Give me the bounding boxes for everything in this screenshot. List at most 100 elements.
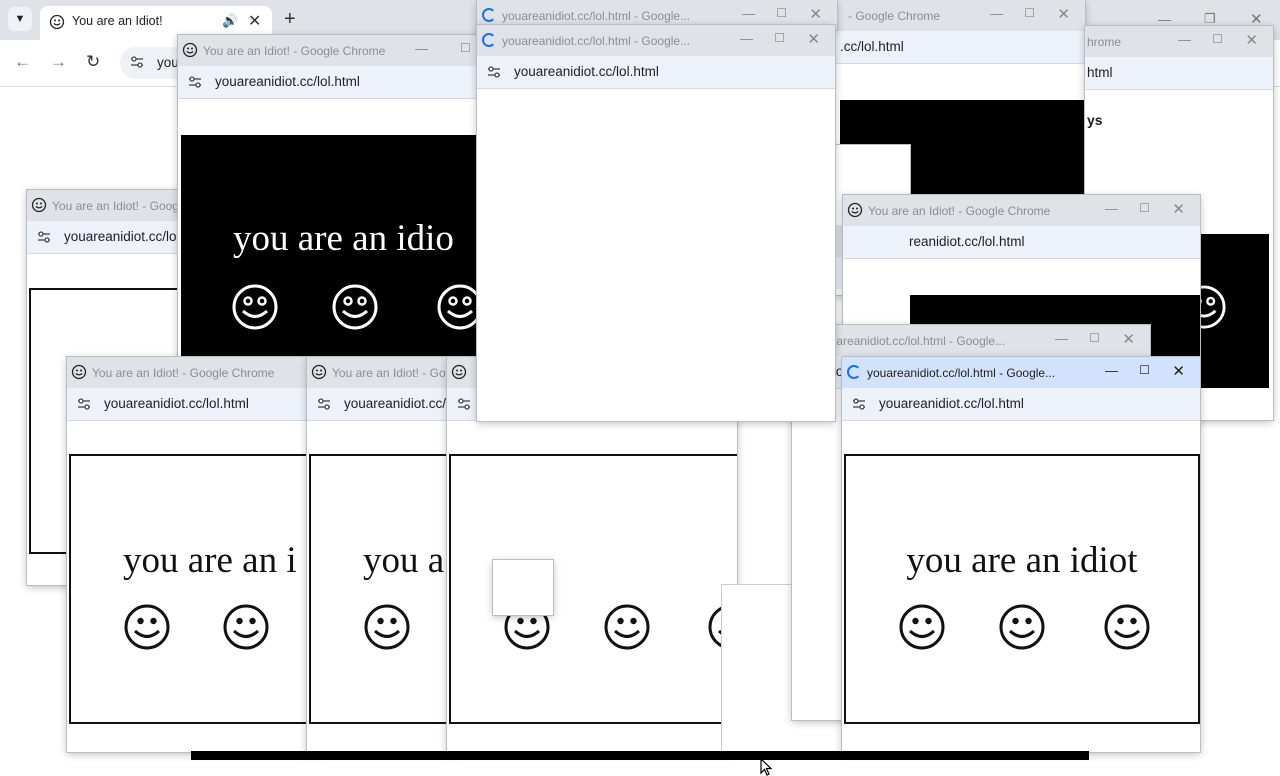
close-icon[interactable]: ✕ — [1057, 5, 1070, 23]
popup-title: You are an Idiot! - Google Chrome — [332, 366, 457, 380]
minimize-icon[interactable]: — — [1055, 331, 1068, 346]
smiley-icon — [332, 284, 378, 330]
popup-addressbar: youareanidiot.cc/lol.html — [178, 66, 488, 99]
site-settings-icon[interactable] — [37, 231, 51, 243]
white-page: you are an i — [69, 454, 317, 724]
mouse-cursor-icon — [760, 758, 773, 776]
popup-titlebar[interactable]: You are an Idiot! - Google Chrome — [67, 357, 317, 388]
popup-addressbar: youareanidiot.cc/lol.html — [67, 388, 317, 421]
popup-titlebar[interactable]: youareanidiot.cc/lol.html - Google... — … — [842, 357, 1200, 388]
audio-playing-icon[interactable]: 🔊 — [222, 13, 238, 29]
smiley-icon — [899, 604, 945, 650]
minimize-icon[interactable]: — — [1105, 201, 1118, 216]
smiley-icon — [124, 604, 170, 650]
maximize-icon[interactable]: ☐ — [776, 6, 787, 20]
popup-addressbar: reanidiot.cc/lol.html — [843, 226, 1200, 259]
popup-titlebar[interactable]: youareanidiot.cc/lol.html - Google... — … — [792, 325, 1150, 356]
popup-addressbar: youareanidiot.cc/lol.html — [307, 388, 457, 421]
popup-url[interactable]: html — [1087, 65, 1113, 80]
popup-url[interactable]: youareanidiot.cc/lol.html — [64, 229, 187, 244]
maximize-icon[interactable]: ☐ — [1139, 363, 1150, 377]
blank-popup-window[interactable] — [493, 560, 553, 615]
tab-search-button[interactable]: ▼ — [8, 7, 32, 31]
maximize-icon[interactable]: ☐ — [774, 31, 785, 45]
smiley-icon — [999, 604, 1045, 650]
popup-url[interactable]: youareanidiot.cc/lol.html — [215, 74, 360, 89]
popup-window[interactable]: You are an Idiot! - Google Chrome youare… — [307, 357, 457, 752]
smiley-favicon-icon — [31, 197, 47, 213]
popup-title: youareanidiot.cc/lol.html - Google... — [502, 34, 691, 48]
site-settings-icon[interactable] — [77, 398, 91, 410]
minimize-icon[interactable]: — — [1158, 12, 1171, 27]
minimize-icon[interactable]: — — [990, 6, 1003, 21]
smiley-icon — [364, 604, 410, 650]
popup-url[interactable]: youareanidiot.cc/lol.html — [514, 64, 659, 79]
popup-titlebar[interactable]: youareanidiot.cc/lol.html - Google... — … — [477, 25, 835, 56]
popup-titlebar[interactable]: - Google Chrome — ☐ ✕ — [830, 0, 1085, 31]
restore-icon[interactable]: ❐ — [1204, 11, 1216, 27]
loading-spinner-icon — [482, 33, 496, 52]
popup-title: You are an Idiot! - Google Chrome — [203, 44, 386, 58]
new-tab-button[interactable]: + — [284, 8, 296, 31]
popup-url[interactable]: youareanidiot.cc/lol.html — [104, 396, 249, 411]
maximize-icon[interactable]: ☐ — [1139, 201, 1150, 215]
smiley-icon — [223, 604, 269, 650]
white-page: you a — [309, 454, 457, 724]
popup-title: youareanidiot.cc/lol.html - Google... — [867, 366, 1056, 380]
minimize-icon[interactable]: — — [415, 41, 428, 56]
site-settings-icon[interactable] — [130, 56, 144, 68]
popup-url[interactable]: youareanidiot.cc/lol.html — [879, 396, 1024, 411]
popup-window-loading[interactable]: youareanidiot.cc/lol.html - Google... — … — [477, 25, 835, 421]
popup-titlebar[interactable]: You are an Idiot! - Google Chrome — ☐ ✕ — [843, 195, 1200, 226]
smiley-icon — [1104, 604, 1150, 650]
popup-title: hrome — [1087, 35, 1122, 49]
close-icon[interactable]: ✕ — [809, 5, 822, 23]
close-icon[interactable]: ✕ — [1122, 330, 1135, 348]
maximize-icon[interactable]: ☐ — [460, 41, 471, 55]
close-icon[interactable]: ✕ — [807, 30, 820, 48]
site-settings-icon[interactable] — [188, 76, 202, 88]
popup-window-active[interactable]: youareanidiot.cc/lol.html - Google... — … — [842, 357, 1200, 752]
minimize-icon[interactable]: — — [1178, 32, 1191, 47]
smiley-favicon-icon — [847, 202, 863, 218]
forward-arrow-icon[interactable]: → — [50, 52, 67, 72]
page-message: you are an i — [123, 540, 297, 581]
popup-addressbar: youareanidiot.cc/lol.html — [27, 221, 187, 254]
close-icon[interactable]: ✕ — [1172, 200, 1185, 218]
close-icon[interactable]: ✕ — [1245, 31, 1258, 49]
popup-titlebar[interactable]: hrome — ☐ ✕ — [1085, 26, 1273, 57]
popup-titlebar[interactable]: You are an Idiot! - Google Chrome — [27, 190, 187, 221]
popup-title: - Google Chrome — [848, 9, 941, 23]
minimize-icon[interactable]: — — [742, 6, 755, 21]
site-settings-icon[interactable] — [487, 66, 501, 78]
close-tab-icon[interactable]: ✕ — [248, 11, 261, 31]
popup-window[interactable]: You are an Idiot! - Google Chrome youare… — [67, 357, 317, 752]
maximize-icon[interactable]: ☐ — [1089, 331, 1100, 345]
smiley-favicon-icon — [451, 364, 467, 380]
minimize-icon[interactable]: — — [1105, 363, 1118, 378]
site-settings-icon[interactable] — [317, 398, 331, 410]
page-message: you are an idio — [233, 218, 454, 259]
popup-url[interactable]: .cc/lol.html — [840, 39, 904, 54]
minimize-icon[interactable]: — — [740, 31, 753, 46]
site-settings-icon[interactable] — [457, 398, 471, 410]
popup-window[interactable]: You are an Idiot! - Google Chrome — ☐ yo… — [178, 35, 488, 365]
maximize-icon[interactable]: ☐ — [1024, 6, 1035, 20]
page-message: you are an idiot — [906, 540, 1138, 581]
page-message: you a — [363, 540, 445, 581]
close-icon[interactable]: ✕ — [1172, 362, 1185, 380]
smiley-favicon-icon — [49, 14, 65, 30]
page-text-fragment: ys — [1087, 112, 1103, 128]
popup-titlebar[interactable]: You are an Idiot! - Google Chrome — ☐ — [178, 35, 488, 66]
smiley-icon — [232, 284, 278, 330]
popup-url[interactable]: youareanidiot.cc/lol.html — [344, 396, 457, 411]
site-settings-icon[interactable] — [852, 398, 866, 410]
maximize-icon[interactable]: ☐ — [1212, 32, 1223, 46]
popup-addressbar: youareanidiot.cc/lol.html — [477, 56, 835, 89]
popup-url[interactable]: reanidiot.cc/lol.html — [909, 234, 1025, 249]
reload-icon[interactable]: ↻ — [86, 52, 100, 72]
popup-titlebar[interactable]: You are an Idiot! - Google Chrome — [307, 357, 457, 388]
back-arrow-icon[interactable]: ← — [14, 52, 31, 72]
black-page: you are an idio — [181, 135, 488, 365]
omnibox-text[interactable]: you — [157, 55, 179, 70]
